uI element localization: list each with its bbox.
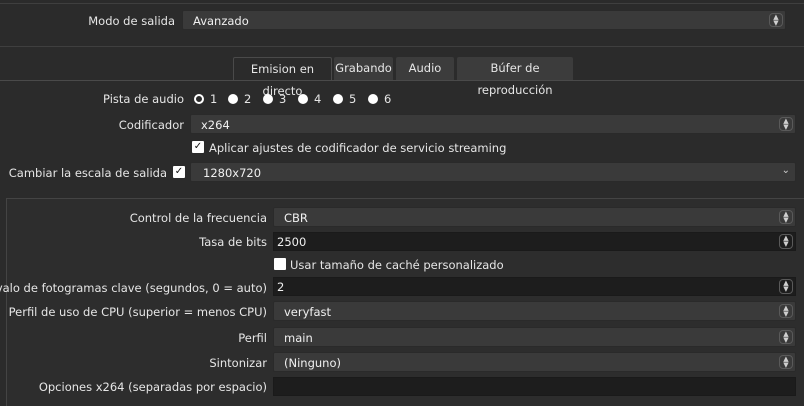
audio-track-radio-4[interactable] (298, 94, 308, 104)
rate-control-value: CBR (284, 211, 308, 225)
updown-arrows-icon: ▲ ▼ (779, 304, 793, 318)
tune-value: (Ninguno) (284, 356, 341, 370)
x264-options-label: Opciones x264 (separadas por espacio) (38, 380, 267, 394)
rate-control-combo[interactable]: CBR ▲ ▼ (273, 207, 796, 227)
custom-buffer-label: Usar tamaño de caché personalizado (290, 258, 504, 272)
tab-streaming[interactable]: Emision en directo (233, 57, 332, 98)
profile-label: Perfil (238, 331, 267, 345)
updown-arrows-icon: ▲ ▼ (779, 210, 793, 224)
x264-options-input[interactable] (273, 377, 796, 396)
keyframe-interval-input[interactable]: 2 ▲ ▼ (273, 277, 796, 296)
tune-label: Sintonizar (209, 356, 267, 370)
profile-value: main (284, 331, 313, 345)
cpu-preset-label: Perfil de uso de CPU (superior = menos C… (8, 305, 267, 319)
rate-control-label: Control de la frecuencia (129, 211, 267, 225)
audio-track-radio-5[interactable] (333, 94, 343, 104)
custom-buffer-checkbox[interactable] (274, 258, 286, 270)
check-icon: ✓ (174, 166, 184, 177)
bitrate-input[interactable]: 2500 ▲ ▼ (273, 232, 796, 251)
audio-track-radio-label: 1 (210, 92, 218, 106)
tune-combo[interactable]: (Ninguno) ▲ ▼ (273, 352, 796, 372)
section-divider (0, 46, 804, 47)
audio-track-radio-6[interactable] (368, 94, 378, 104)
tab-replay-buffer[interactable]: Búfer de reproducción (457, 57, 573, 97)
tab-bar-line (0, 80, 804, 81)
bitrate-value: 2500 (277, 235, 307, 249)
bitrate-label: Tasa de bits (199, 235, 267, 249)
audio-track-radio-label: 2 (244, 92, 252, 106)
keyframe-interval-label: Intervalo de fotogramas clave (segundos,… (0, 281, 267, 295)
cpu-preset-combo[interactable]: veryfast ▲ ▼ (273, 301, 796, 321)
rescale-combo[interactable]: 1280x720 ⌄ (190, 162, 796, 182)
cpu-preset-value: veryfast (284, 305, 332, 319)
spinner-arrows-icon[interactable]: ▲ ▼ (779, 279, 793, 294)
encoder-value: x264 (201, 118, 230, 132)
audio-track-radio-2[interactable] (228, 94, 238, 104)
output-mode-label: Modo de salida (88, 14, 175, 28)
audio-track-radio-label: 4 (314, 92, 322, 106)
updown-arrows-icon: ▲ ▼ (779, 117, 793, 131)
audio-track-radio-label: 5 (349, 92, 357, 106)
encoder-label: Codificador (118, 118, 184, 132)
audio-track-radio-1[interactable] (194, 94, 204, 104)
encoder-combo[interactable]: x264 ▲ ▼ (190, 114, 796, 134)
tab-audio[interactable]: Audio (396, 57, 454, 80)
rescale-checkbox[interactable]: ✓ (173, 166, 185, 178)
tab-recording[interactable]: Grabando (334, 57, 393, 80)
top-divider (0, 3, 804, 4)
audio-track-radio-3[interactable] (263, 94, 273, 104)
keyframe-interval-value: 2 (277, 280, 285, 294)
rescale-value: 1280x720 (203, 166, 262, 180)
check-icon: ✓ (193, 141, 203, 152)
audio-track-label: Pista de audio (103, 92, 184, 106)
rescale-label: Cambiar la escala de salida (8, 166, 167, 180)
apply-streaming-settings-label: Aplicar ajustes de codificador de servic… (209, 141, 507, 155)
chevron-down-icon: ⌄ (781, 165, 790, 176)
audio-track-radio-label: 3 (279, 92, 287, 106)
spinner-arrows-icon[interactable]: ▲ ▼ (779, 234, 793, 249)
apply-streaming-settings-checkbox[interactable]: ✓ (192, 141, 204, 153)
audio-track-radio-label: 6 (384, 92, 392, 106)
updown-arrows-icon: ▲ ▼ (779, 355, 793, 369)
updown-arrows-icon: ▲ ▼ (779, 330, 793, 344)
profile-combo[interactable]: main ▲ ▼ (273, 327, 796, 347)
output-mode-combo[interactable]: Avanzado ▲ ▼ (182, 10, 786, 30)
updown-arrows-icon: ▲ ▼ (769, 13, 783, 27)
output-mode-value: Avanzado (193, 14, 249, 28)
